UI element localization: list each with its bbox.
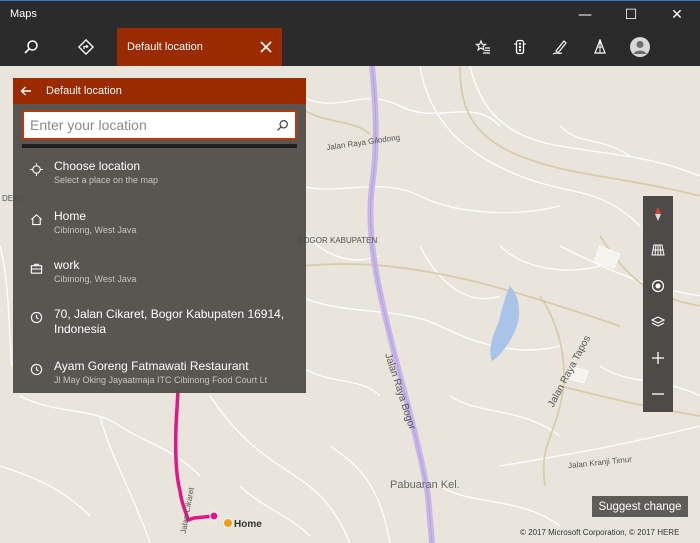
search-icon xyxy=(276,119,288,131)
map-label-pabuaran: Pabuaran Kel. xyxy=(390,479,460,491)
close-icon xyxy=(260,41,272,53)
grid-icon xyxy=(651,244,665,256)
plus-icon xyxy=(652,352,664,364)
location-item-title: Ayam Goreng Fatmawati Restaurant xyxy=(54,359,249,373)
location-item-recent-2[interactable]: Ayam Goreng Fatmawati Restaurant Jl May … xyxy=(13,359,306,403)
map-copyright: © 2017 Microsoft Corporation, © 2017 HER… xyxy=(520,528,680,537)
app-title: Maps xyxy=(10,8,37,20)
location-item-subtitle: Cibinong, West Java xyxy=(54,225,137,235)
location-item-subtitle: Select a place on the map xyxy=(54,175,159,185)
location-search-button[interactable] xyxy=(269,112,295,138)
location-item-recent-1[interactable]: 70, Jalan Cikaret, Bogor Kabupaten 16914… xyxy=(13,307,306,343)
traffic-button[interactable] xyxy=(498,28,542,66)
location-search-input[interactable] xyxy=(24,112,269,138)
suggest-change-button[interactable]: Suggest change xyxy=(592,496,688,517)
favorites-icon xyxy=(475,39,490,54)
map-label-bogor-kab: BOGOR KABUPATEN xyxy=(298,236,378,245)
panel-body: Choose location Select a place on the ma… xyxy=(13,104,306,393)
map-controls xyxy=(643,196,673,412)
3d-cities-button[interactable] xyxy=(578,28,622,66)
location-item-title: Home xyxy=(54,209,87,223)
arrow-left-icon xyxy=(20,86,31,96)
default-location-panel: Default location Choose location Select … xyxy=(13,78,306,393)
tilt-button[interactable] xyxy=(643,232,673,268)
minus-icon xyxy=(652,393,664,395)
tab-label: Default location xyxy=(127,41,203,53)
location-search-box xyxy=(22,110,297,140)
search-button[interactable] xyxy=(9,28,53,66)
directions-icon xyxy=(78,39,94,55)
account-button[interactable] xyxy=(618,28,662,66)
location-item-choose[interactable]: Choose location Select a place on the ma… xyxy=(13,159,306,203)
title-bar: Maps — ☐ ✕ xyxy=(0,0,700,28)
location-item-work[interactable]: work Cibinong, West Java xyxy=(13,258,306,302)
map-layers-button[interactable] xyxy=(643,304,673,340)
zoom-in-button[interactable] xyxy=(643,340,673,376)
compass-button[interactable] xyxy=(643,196,673,232)
panel-title: Default location xyxy=(46,85,122,97)
tab-close-button[interactable] xyxy=(256,37,276,57)
window-controls: — ☐ ✕ xyxy=(562,1,700,29)
layers-icon xyxy=(651,316,665,327)
minimize-button[interactable]: — xyxy=(562,1,608,29)
directions-button[interactable] xyxy=(64,28,108,66)
ink-button[interactable] xyxy=(538,28,582,66)
location-item-home[interactable]: Home Cibinong, West Java xyxy=(13,209,306,253)
history-icon xyxy=(28,309,44,325)
location-icon xyxy=(651,279,665,293)
back-button[interactable] xyxy=(13,78,39,104)
search-icon xyxy=(24,40,38,54)
home-pin-label[interactable]: Home xyxy=(234,519,262,530)
location-item-subtitle: Cibinong, West Java xyxy=(54,274,137,284)
ink-icon xyxy=(552,40,567,55)
home-icon xyxy=(28,211,44,227)
search-separator xyxy=(22,144,297,148)
location-item-title: work xyxy=(54,258,80,272)
toolbar: Default location xyxy=(0,28,700,66)
close-window-button[interactable]: ✕ xyxy=(654,1,700,29)
location-item-title: Choose location xyxy=(54,159,141,173)
traffic-icon xyxy=(514,39,526,55)
location-item-subtitle: Jl May Oking Jayaatmaja ITC Cibinong Foo… xyxy=(54,375,268,385)
history-icon xyxy=(28,361,44,377)
tab-default-location[interactable]: Default location xyxy=(117,28,282,66)
briefcase-icon xyxy=(28,260,44,276)
maximize-button[interactable]: ☐ xyxy=(608,1,654,29)
target-icon xyxy=(28,161,44,177)
account-icon xyxy=(630,37,650,57)
3d-cities-icon xyxy=(594,39,606,54)
panel-header: Default location xyxy=(13,78,306,104)
my-location-button[interactable] xyxy=(643,268,673,304)
location-item-title: 70, Jalan Cikaret, Bogor Kabupaten 16914… xyxy=(54,307,285,336)
compass-icon xyxy=(655,207,661,221)
zoom-out-button[interactable] xyxy=(643,376,673,412)
